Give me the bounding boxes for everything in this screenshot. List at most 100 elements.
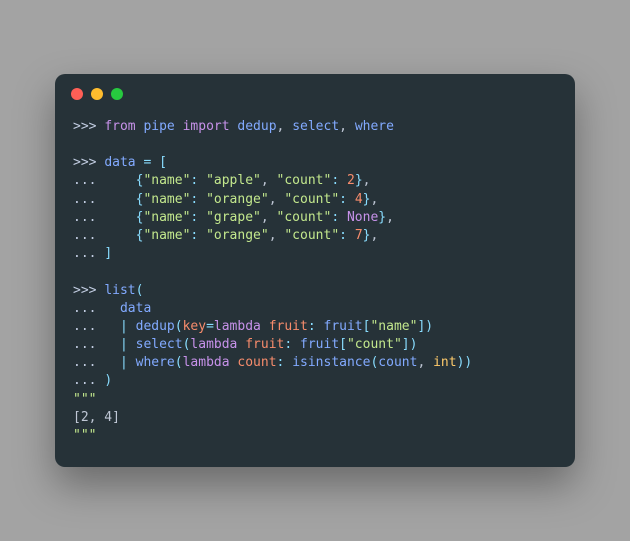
var-data: data (104, 155, 135, 170)
key-count: "count" (284, 228, 339, 243)
colon: : (331, 210, 339, 225)
prompt-continuation: ... (73, 228, 96, 243)
keyword-import: import (183, 119, 230, 134)
var-count: count (378, 355, 417, 370)
colon: : (190, 192, 198, 207)
prompt-continuation: ... (73, 246, 96, 261)
rbracket: ] (104, 246, 112, 261)
import-where: where (355, 119, 394, 134)
rparen: ) (410, 337, 418, 352)
fn-list: list (104, 283, 135, 298)
key-count: "count" (277, 210, 332, 225)
maximize-icon[interactable] (111, 88, 123, 100)
fn-isinstance: isinstance (292, 355, 370, 370)
lparen: ( (175, 355, 183, 370)
fn-where: where (136, 355, 175, 370)
key-name: "name" (143, 173, 190, 188)
rbrace: } (355, 173, 363, 188)
val-4: 4 (355, 192, 363, 207)
val-none: None (347, 210, 378, 225)
close-icon[interactable] (71, 88, 83, 100)
val-2: 2 (347, 173, 355, 188)
prompt-continuation: ... (73, 337, 96, 352)
key-count: "count" (277, 173, 332, 188)
val-orange: "orange" (206, 192, 269, 207)
colon: : (284, 337, 292, 352)
module-pipe: pipe (143, 119, 174, 134)
colon: : (190, 228, 198, 243)
arg-fruit: fruit (269, 319, 308, 334)
comma: , (269, 228, 277, 243)
prompt-continuation: ... (73, 355, 96, 370)
prompt-primary: >>> (73, 283, 96, 298)
var-fruit: fruit (324, 319, 363, 334)
comma: , (370, 192, 378, 207)
arg-count: count (237, 355, 276, 370)
rparen: ) (104, 373, 112, 388)
rbrace: } (378, 210, 386, 225)
arg-fruit: fruit (245, 337, 284, 352)
val-orange: "orange" (206, 228, 269, 243)
colon: : (308, 319, 316, 334)
key-name: "name" (143, 228, 190, 243)
keyword-lambda: lambda (190, 337, 237, 352)
colon: : (331, 173, 339, 188)
op-eq: = (143, 155, 151, 170)
key-name: "name" (143, 210, 190, 225)
terminal-window: >>> from pipe import dedup, select, wher… (55, 74, 575, 467)
fn-dedup: dedup (136, 319, 175, 334)
comma: , (386, 210, 394, 225)
prompt-primary: >>> (73, 155, 96, 170)
val-apple: "apple" (206, 173, 261, 188)
key-count: "count" (284, 192, 339, 207)
code-content: >>> from pipe import dedup, select, wher… (55, 108, 575, 467)
comma: , (261, 210, 269, 225)
pipe-op: | (120, 319, 128, 334)
colon: : (190, 210, 198, 225)
colon: : (339, 228, 347, 243)
rbracket: ] (402, 337, 410, 352)
colon: : (339, 192, 347, 207)
minimize-icon[interactable] (91, 88, 103, 100)
prompt-continuation: ... (73, 373, 96, 388)
triple-quote: """ (73, 392, 96, 407)
output-result: [2, 4] (73, 410, 120, 425)
comma: , (269, 192, 277, 207)
prompt-continuation: ... (73, 210, 96, 225)
prompt-continuation: ... (73, 319, 96, 334)
keyword-lambda: lambda (183, 355, 230, 370)
lbracket: [ (159, 155, 167, 170)
pipe-op: | (120, 337, 128, 352)
val-7: 7 (355, 228, 363, 243)
prompt-primary: >>> (73, 119, 96, 134)
type-int: int (433, 355, 456, 370)
pipe-op: | (120, 355, 128, 370)
comma: , (339, 119, 347, 134)
triple-quote: """ (73, 428, 96, 443)
key-name: "name" (370, 319, 417, 334)
key-count: "count" (347, 337, 402, 352)
comma: , (417, 355, 425, 370)
colon: : (277, 355, 285, 370)
fn-select: select (136, 337, 183, 352)
prompt-continuation: ... (73, 173, 96, 188)
comma: , (277, 119, 285, 134)
keyword-from: from (104, 119, 135, 134)
rparen: ) (425, 319, 433, 334)
lbracket: [ (339, 337, 347, 352)
lparen: ( (175, 319, 183, 334)
import-dedup: dedup (237, 119, 276, 134)
var-fruit: fruit (300, 337, 339, 352)
keyword-lambda: lambda (214, 319, 261, 334)
kwarg-key: key (183, 319, 206, 334)
op-eq: = (206, 319, 214, 334)
comma: , (363, 173, 371, 188)
window-titlebar (55, 74, 575, 108)
colon: : (190, 173, 198, 188)
import-select: select (292, 119, 339, 134)
var-data: data (120, 301, 151, 316)
prompt-continuation: ... (73, 301, 96, 316)
comma: , (370, 228, 378, 243)
prompt-continuation: ... (73, 192, 96, 207)
key-name: "name" (143, 192, 190, 207)
